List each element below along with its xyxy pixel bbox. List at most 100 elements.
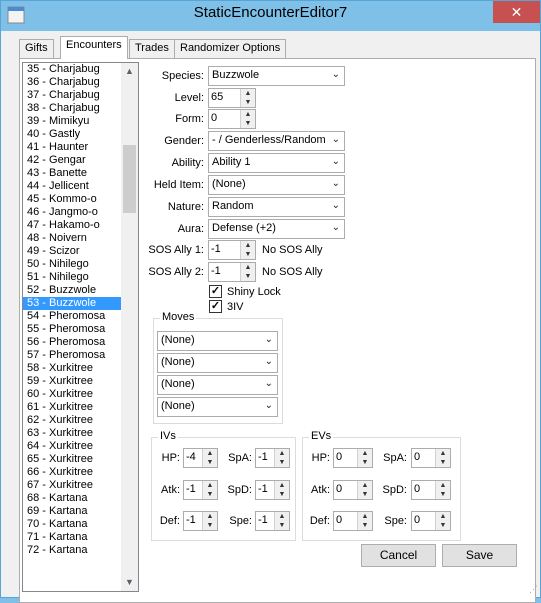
aura-select[interactable]: Defense (+2) ⌄ xyxy=(208,219,345,239)
ev-hp-stepper-buttons[interactable]: ▲ ▼ xyxy=(357,449,372,467)
iv-hp-stepper-buttons[interactable]: ▲ ▼ xyxy=(202,449,217,467)
down-arrow-icon[interactable]: ▼ xyxy=(241,119,255,128)
down-arrow-icon[interactable]: ▼ xyxy=(358,458,372,467)
move-3-select[interactable]: (None) ⌄ xyxy=(157,375,278,395)
up-arrow-icon[interactable]: ▲ xyxy=(203,481,217,490)
ev-spa-value: 0 xyxy=(414,451,421,463)
iv-atk-stepper[interactable]: -1 ▲ ▼ xyxy=(183,480,218,500)
tab-gifts[interactable]: Gifts xyxy=(19,39,54,58)
chevron-down-icon: ⌄ xyxy=(264,400,273,411)
level-stepper[interactable]: 65 ▲ ▼ xyxy=(208,88,256,108)
up-arrow-icon[interactable]: ▲ xyxy=(241,89,255,98)
sos-ally-1-stepper[interactable]: -1 ▲ ▼ xyxy=(208,240,256,260)
sos-ally-2-stepper[interactable]: -1 ▲ ▼ xyxy=(208,262,256,282)
shiny-lock-label[interactable]: Shiny Lock xyxy=(227,284,281,300)
iv-spe-stepper[interactable]: -1 ▲ ▼ xyxy=(255,511,290,531)
iv-atk-stepper-buttons[interactable]: ▲ ▼ xyxy=(202,481,217,499)
ev-spd-value: 0 xyxy=(414,483,421,495)
ev-spe-stepper-buttons[interactable]: ▲ ▼ xyxy=(435,512,450,530)
up-arrow-icon[interactable]: ▲ xyxy=(241,241,255,250)
save-button[interactable]: Save xyxy=(442,544,517,567)
sos-ally-2-stepper-buttons[interactable]: ▲ ▼ xyxy=(240,263,255,281)
scroll-thumb[interactable] xyxy=(123,145,136,213)
down-arrow-icon[interactable]: ▼ xyxy=(275,521,289,530)
cancel-button[interactable]: Cancel xyxy=(361,544,436,567)
three-iv-label[interactable]: 3IV xyxy=(227,299,244,315)
shiny-lock-checkbox[interactable]: ✓ xyxy=(209,285,222,298)
iv-spa-stepper-buttons[interactable]: ▲ ▼ xyxy=(274,449,289,467)
ev-spa-stepper[interactable]: 0 ▲ ▼ xyxy=(411,448,451,468)
form-stepper[interactable]: 0 ▲ ▼ xyxy=(208,109,256,129)
ev-atk-stepper[interactable]: 0 ▲ ▼ xyxy=(333,480,373,500)
gender-label: Gender: xyxy=(164,135,204,147)
iv-spd-stepper[interactable]: -1 ▲ ▼ xyxy=(255,480,290,500)
sos-ally-1-stepper-buttons[interactable]: ▲ ▼ xyxy=(240,241,255,259)
move-1-select[interactable]: (None) ⌄ xyxy=(157,331,278,351)
up-arrow-icon[interactable]: ▲ xyxy=(203,449,217,458)
level-stepper-buttons[interactable]: ▲ ▼ xyxy=(240,89,255,107)
up-arrow-icon[interactable]: ▲ xyxy=(203,512,217,521)
iv-hp-stepper[interactable]: -4 ▲ ▼ xyxy=(183,448,218,468)
up-arrow-icon[interactable]: ▲ xyxy=(241,263,255,272)
title-bar[interactable]: StaticEncounterEditor7 ✕ xyxy=(1,1,540,31)
iv-spd-stepper-buttons[interactable]: ▲ ▼ xyxy=(274,481,289,499)
list-scrollbar[interactable]: ▲ ▼ xyxy=(121,63,138,591)
up-arrow-icon[interactable]: ▲ xyxy=(358,481,372,490)
up-arrow-icon[interactable]: ▲ xyxy=(358,449,372,458)
ev-def-stepper[interactable]: 0 ▲ ▼ xyxy=(333,511,373,531)
chevron-down-icon: ⌄ xyxy=(331,69,340,80)
move-4-select[interactable]: (None) ⌄ xyxy=(157,397,278,417)
down-arrow-icon[interactable]: ▼ xyxy=(436,458,450,467)
down-arrow-icon[interactable]: ▼ xyxy=(203,521,217,530)
form-stepper-buttons[interactable]: ▲ ▼ xyxy=(240,110,255,128)
tab-encounters[interactable]: Encounters xyxy=(60,36,128,59)
close-button[interactable]: ✕ xyxy=(493,1,540,23)
held-item-select[interactable]: (None) ⌄ xyxy=(208,175,345,195)
down-arrow-icon[interactable]: ▼ xyxy=(358,490,372,499)
encounter-list[interactable]: 35 - Charjabug 36 - Charjabug 37 - Charjab… xyxy=(22,62,139,592)
down-arrow-icon[interactable]: ▼ xyxy=(241,98,255,107)
up-arrow-icon[interactable]: ▲ xyxy=(436,481,450,490)
down-arrow-icon[interactable]: ▼ xyxy=(203,458,217,467)
move-2-select[interactable]: (None) ⌄ xyxy=(157,353,278,373)
down-arrow-icon[interactable]: ▼ xyxy=(358,521,372,530)
up-arrow-icon[interactable]: ▲ xyxy=(241,110,255,119)
down-arrow-icon[interactable]: ▼ xyxy=(436,521,450,530)
scroll-up-arrow-icon[interactable]: ▲ xyxy=(121,63,138,80)
three-iv-checkbox[interactable]: ✓ xyxy=(209,300,222,313)
down-arrow-icon[interactable]: ▼ xyxy=(241,272,255,281)
ev-hp-stepper[interactable]: 0 ▲ ▼ xyxy=(333,448,373,468)
down-arrow-icon[interactable]: ▼ xyxy=(203,490,217,499)
down-arrow-icon[interactable]: ▼ xyxy=(241,250,255,259)
scroll-down-arrow-icon[interactable]: ▼ xyxy=(121,574,138,591)
tab-trades[interactable]: Trades xyxy=(129,39,175,58)
down-arrow-icon[interactable]: ▼ xyxy=(275,458,289,467)
down-arrow-icon[interactable]: ▼ xyxy=(436,490,450,499)
iv-def-stepper-buttons[interactable]: ▲ ▼ xyxy=(202,512,217,530)
up-arrow-icon[interactable]: ▲ xyxy=(436,449,450,458)
iv-spe-stepper-buttons[interactable]: ▲ ▼ xyxy=(274,512,289,530)
nature-select[interactable]: Random ⌄ xyxy=(208,197,345,217)
up-arrow-icon[interactable]: ▲ xyxy=(358,512,372,521)
up-arrow-icon[interactable]: ▲ xyxy=(275,449,289,458)
up-arrow-icon[interactable]: ▲ xyxy=(275,512,289,521)
resize-grip-icon[interactable]: ⋰ xyxy=(529,584,538,595)
ev-spd-stepper-buttons[interactable]: ▲ ▼ xyxy=(435,481,450,499)
ev-def-stepper-buttons[interactable]: ▲ ▼ xyxy=(357,512,372,530)
iv-spa-stepper[interactable]: -1 ▲ ▼ xyxy=(255,448,290,468)
ev-spe-stepper[interactable]: 0 ▲ ▼ xyxy=(411,511,451,531)
up-arrow-icon[interactable]: ▲ xyxy=(275,481,289,490)
ev-spa-stepper-buttons[interactable]: ▲ ▼ xyxy=(435,449,450,467)
ev-atk-stepper-buttons[interactable]: ▲ ▼ xyxy=(357,481,372,499)
ability-select[interactable]: Ability 1 ⌄ xyxy=(208,153,345,173)
ev-spd-stepper[interactable]: 0 ▲ ▼ xyxy=(411,480,451,500)
move-1-value: (None) xyxy=(161,334,195,346)
ivs-group-title: IVs xyxy=(158,430,178,442)
iv-def-stepper[interactable]: -1 ▲ ▼ xyxy=(183,511,218,531)
gender-select[interactable]: - / Genderless/Random ⌄ xyxy=(208,131,345,151)
tab-randomizer-options[interactable]: Randomizer Options xyxy=(174,39,287,58)
chevron-down-icon: ⌄ xyxy=(331,200,340,211)
down-arrow-icon[interactable]: ▼ xyxy=(275,490,289,499)
species-select[interactable]: Buzzwole ⌄ xyxy=(208,66,345,86)
up-arrow-icon[interactable]: ▲ xyxy=(436,512,450,521)
